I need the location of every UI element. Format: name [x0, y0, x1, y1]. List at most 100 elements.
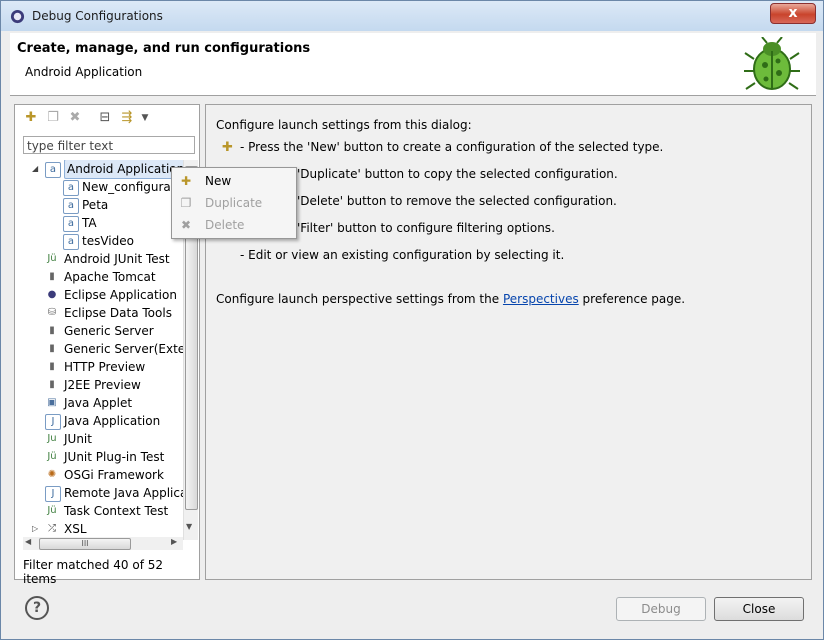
android-config-icon: a [63, 198, 79, 214]
tree-item[interactable]: J Java Application [15, 412, 183, 430]
tree-item-label: JUnit [64, 432, 92, 446]
scroll-right-arrow-icon[interactable]: ▶ [171, 537, 177, 546]
collapse-all-icon[interactable]: ⊟ [97, 110, 113, 126]
tree-item-label: Task Context Test [64, 504, 169, 518]
tree-item-label: Eclipse Data Tools [64, 306, 172, 320]
database-icon: ⛁ [47, 307, 57, 318]
menu-item-duplicate[interactable]: ❐ Duplicate [172, 192, 296, 214]
filter-status-text: Filter matched 40 of 52 items [23, 558, 164, 586]
tree-item[interactable]: ✺ OSGi Framework [15, 466, 183, 484]
tree-item[interactable]: ▮ Generic Server(External [15, 340, 183, 358]
filter-input[interactable]: type filter text [23, 136, 195, 154]
menu-item-delete[interactable]: ✖ Delete [172, 214, 296, 236]
tree-item-label: XSL [64, 522, 87, 536]
menu-item-new[interactable]: ✚ New [172, 170, 296, 192]
tree-item[interactable]: a tesVideo [15, 232, 183, 250]
debug-configurations-dialog: Debug Configurations x Create, manage, a… [0, 0, 824, 640]
tree-item[interactable]: ⛁ Eclipse Data Tools [15, 304, 183, 322]
bullet-filter-text: 'Filter' button to configure filtering o… [297, 221, 555, 235]
duplicate-icon[interactable]: ❐ [45, 110, 61, 126]
tree-item-label: Java Application [64, 414, 161, 428]
tree-item[interactable]: ▮ Generic Server [15, 322, 183, 340]
tree-item-label: Android JUnit Test [64, 252, 170, 266]
tree-item[interactable]: ▮ J2EE Preview [15, 376, 183, 394]
header-title: Create, manage, and run configurations [17, 41, 311, 56]
tree-item[interactable]: ◢ a Android Application [15, 160, 183, 179]
server-icon: ▮ [49, 361, 55, 372]
android-config-icon: a [63, 180, 79, 196]
applet-icon: ▣ [47, 397, 57, 408]
tree-item[interactable]: Ju JUnit [15, 430, 183, 448]
debug-button[interactable]: Debug [616, 597, 706, 621]
task-context-icon: Jü [47, 505, 57, 516]
junit-icon: Ju [47, 433, 57, 444]
tree-item-label: Generic Server(External [64, 342, 183, 356]
tree-item-label: HTTP Preview [64, 360, 146, 374]
tree-item-label: New_configuration [82, 180, 183, 194]
tree-item-label: Remote Java Applicat [64, 486, 183, 500]
remote-java-icon: J [45, 486, 61, 502]
junit-plugin-icon: Jü [47, 451, 57, 462]
tree-item[interactable]: J Remote Java Applicat [15, 484, 183, 502]
new-config-icon: ✚ [222, 140, 233, 155]
tree-item[interactable]: ▮ Apache Tomcat [15, 268, 183, 286]
filter-menu-chevron-down-icon[interactable]: ▼ [137, 110, 153, 126]
tree-item[interactable]: ▮ HTTP Preview [15, 358, 183, 376]
tree-item[interactable]: a Peta [15, 196, 183, 214]
perspectives-link[interactable]: Perspectives [503, 292, 579, 306]
perspective-line: Configure launch perspective settings fr… [216, 292, 685, 306]
tree-item[interactable]: ▣ Java Applet [15, 394, 183, 412]
server-icon: ▮ [49, 379, 55, 390]
xsl-icon: ⤮ [48, 523, 56, 534]
tree-item[interactable]: Jü Android JUnit Test [15, 250, 183, 268]
intro-text: Configure launch settings from this dial… [216, 118, 472, 132]
tree-item-label: Java Applet [64, 396, 133, 410]
tree-item[interactable]: ▷ ⤮ XSL [15, 520, 183, 538]
help-icon[interactable]: ? [25, 596, 49, 620]
tree-item-label: Generic Server [64, 324, 154, 338]
tree-context-menu: ✚ New ❐ Duplicate ✖ Delete [171, 167, 297, 239]
bullet-delete-text: 'Delete' button to remove the selected c… [297, 194, 617, 208]
header-subtitle: Android Application [25, 65, 143, 79]
collapse-arrow-icon[interactable]: ▷ [32, 520, 38, 538]
tree-item-label: Android Application [64, 160, 183, 179]
debug-bug-icon [744, 37, 800, 90]
osgi-icon: ✺ [47, 469, 57, 480]
new-config-icon[interactable]: ✚ [23, 110, 39, 126]
tree-item-label: Peta [82, 198, 109, 212]
duplicate-icon: ❐ [180, 196, 192, 210]
delete-icon: ✖ [180, 218, 192, 232]
server-icon: ▮ [49, 343, 55, 354]
title-bar: Debug Configurations x [1, 1, 823, 31]
tree-horizontal-scrollbar[interactable]: ◀ III ▶ [23, 537, 183, 550]
menu-item-duplicate-label: Duplicate [205, 196, 263, 210]
tree-item[interactable]: ● Eclipse Application [15, 286, 183, 304]
tree-item-label: OSGi Framework [64, 468, 164, 482]
scroll-left-arrow-icon[interactable]: ◀ [25, 537, 31, 546]
bullet-edit-text: - Edit or view an existing configuration… [240, 248, 565, 262]
horizontal-scroll-thumb[interactable]: III [39, 538, 131, 550]
android-config-icon: a [63, 234, 79, 250]
tree-item[interactable]: a TA [15, 214, 183, 232]
tree-item[interactable]: Jü JUnit Plug-in Test [15, 448, 183, 466]
filter-icon[interactable]: ⇶ [119, 110, 135, 126]
delete-icon[interactable]: ✖ [67, 110, 83, 126]
perspective-pre-text: Configure launch perspective settings fr… [216, 292, 500, 306]
close-button[interactable]: Close [714, 597, 804, 621]
bullet-duplicate-text: 'Duplicate' button to copy the selected … [297, 167, 618, 181]
server-icon: ▮ [49, 325, 55, 336]
eclipse-icon: ● [47, 289, 57, 300]
expand-arrow-icon[interactable]: ◢ [32, 160, 38, 178]
eclipse-app-icon [10, 9, 25, 24]
tree-item-label: J2EE Preview [64, 378, 141, 392]
tree-item-label: Apache Tomcat [64, 270, 156, 284]
tree-item[interactable]: a New_configuration [15, 178, 183, 196]
window-close-button[interactable]: x [770, 3, 816, 24]
tree-item-label: TA [82, 216, 97, 230]
tree-item-label: JUnit Plug-in Test [64, 450, 165, 464]
tree-item[interactable]: Jü Task Context Test [15, 502, 183, 520]
scroll-down-arrow-icon[interactable]: ▼ [186, 522, 192, 531]
android-config-icon: a [63, 216, 79, 232]
java-app-icon: J [45, 414, 61, 430]
server-icon: ▮ [49, 271, 55, 282]
